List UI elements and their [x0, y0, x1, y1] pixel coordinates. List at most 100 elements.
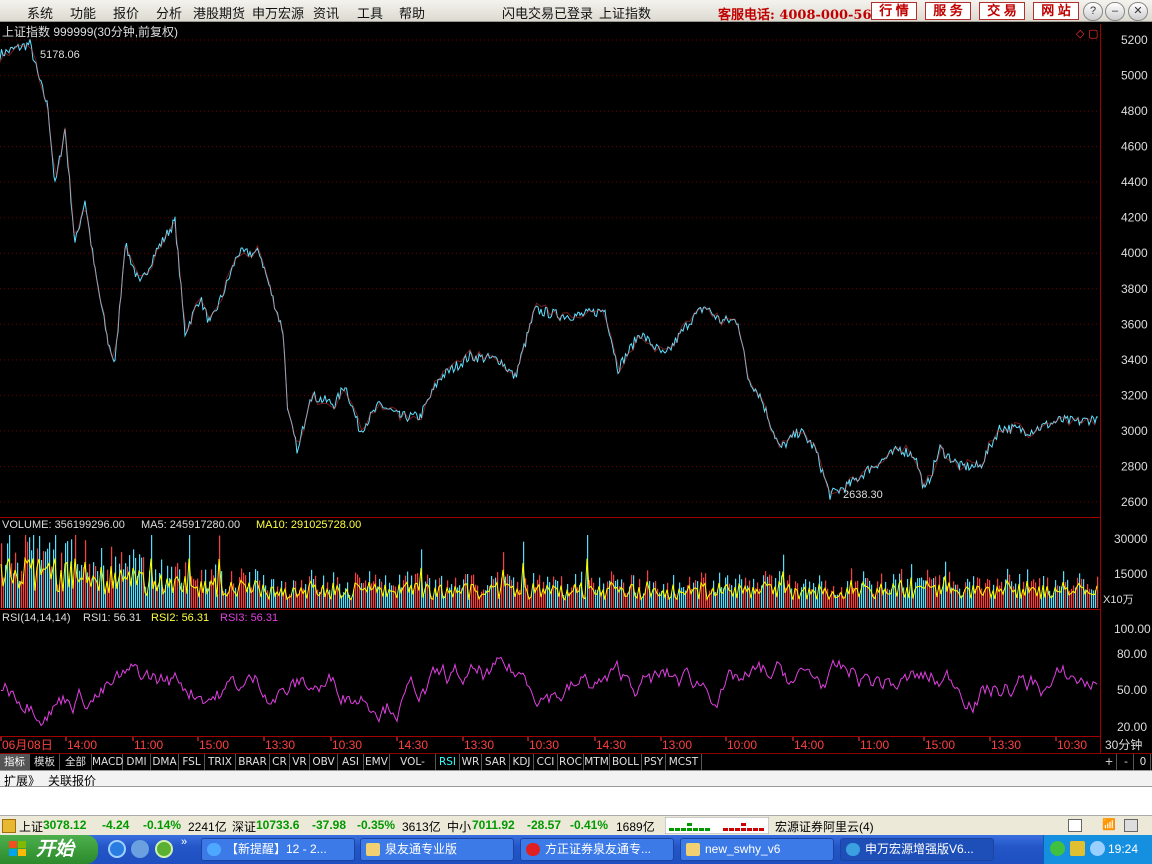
- tab-mcst[interactable]: MCST: [666, 754, 702, 770]
- window-icon[interactable]: [1068, 819, 1082, 832]
- tab-全部[interactable]: 全部: [60, 754, 92, 770]
- ie-icon[interactable]: [108, 840, 126, 858]
- tab-mtm[interactable]: MTM: [584, 754, 610, 770]
- zx-pct: -0.41%: [570, 818, 609, 832]
- price-tick: 2800: [1121, 459, 1148, 473]
- volume-bar: [889, 589, 891, 608]
- tab-模板[interactable]: 模板: [30, 754, 60, 770]
- volume-icon[interactable]: [1090, 841, 1105, 856]
- tab-control-0[interactable]: +: [1102, 754, 1117, 770]
- tab-dma[interactable]: DMA: [151, 754, 179, 770]
- menu-tools[interactable]: 工具: [357, 3, 383, 22]
- tab-boll[interactable]: BOLL: [610, 754, 642, 770]
- folder2-icon: [686, 843, 700, 856]
- tab-emv[interactable]: EMV: [364, 754, 390, 770]
- tab-roc[interactable]: ROC: [558, 754, 584, 770]
- tab-rsi[interactable]: RSI: [436, 754, 460, 770]
- tab-vr[interactable]: VR: [290, 754, 310, 770]
- menu-help[interactable]: 帮助: [399, 3, 425, 22]
- volume-bar: [1059, 586, 1061, 608]
- hotline-text: 客服电话: 4008-000-562: [718, 8, 881, 23]
- stock-chart[interactable]: 2600 2800 3000 3200 3400 3600 3800 4000 4200 4400…: [0, 22, 1152, 759]
- volume-bar: [763, 575, 765, 608]
- tab-psy[interactable]: PSY: [642, 754, 666, 770]
- task-item-2-label: 泉友通专业版: [385, 842, 458, 856]
- volume-bar: [517, 582, 519, 608]
- menu-system[interactable]: 系统: [27, 3, 53, 22]
- task-item-1[interactable]: 【新提醒】12 - 2...: [201, 838, 355, 861]
- diamond-icon[interactable]: ◇: [1076, 28, 1085, 40]
- volume-bar: [591, 577, 593, 608]
- lock-icon[interactable]: [2, 819, 16, 833]
- time-tick: 15:00: [925, 738, 955, 752]
- menu-hk-futures[interactable]: 港股期货: [193, 3, 245, 22]
- menu-analysis[interactable]: 分析: [156, 3, 182, 22]
- volume-bar: [1083, 579, 1085, 608]
- ma10-label: MA10: 291025728.00: [256, 519, 361, 531]
- lock2-icon[interactable]: [1124, 819, 1138, 832]
- task-item-2[interactable]: 泉友通专业版: [360, 838, 514, 861]
- tab-control-1[interactable]: -: [1119, 754, 1134, 770]
- minimize-icon[interactable]: –: [1105, 2, 1125, 21]
- fangzheng-icon: [526, 843, 540, 856]
- close-icon[interactable]: ✕: [1128, 2, 1148, 21]
- tab-cci[interactable]: CCI: [534, 754, 558, 770]
- more-icon[interactable]: »: [181, 836, 187, 848]
- volume-bar: [871, 584, 873, 608]
- period-label[interactable]: 30分钟: [1105, 737, 1142, 752]
- tab-指标[interactable]: 指标: [0, 754, 30, 770]
- trade-button[interactable]: 交 易: [979, 2, 1025, 20]
- tab-asi[interactable]: ASI: [338, 754, 364, 770]
- browser-icon[interactable]: [155, 840, 173, 858]
- quote-button[interactable]: 行 情: [871, 2, 917, 20]
- time-tick: 10:30: [1057, 738, 1087, 752]
- vol-tick-15000: 15000: [1114, 567, 1148, 581]
- tab-macd[interactable]: MACD: [92, 754, 123, 770]
- task-item-3[interactable]: 方正证券泉友通专...: [520, 838, 674, 861]
- task-item-4[interactable]: new_swhy_v6: [680, 838, 834, 861]
- volume-bar: [595, 589, 597, 608]
- volume-bar: [233, 583, 235, 608]
- menu-function[interactable]: 功能: [70, 3, 96, 22]
- tray-app-icon[interactable]: [1050, 841, 1065, 856]
- volume-bar: [693, 582, 695, 608]
- volume-bar: [769, 574, 771, 608]
- volume-bar: [567, 583, 569, 608]
- menu-quote[interactable]: 报价: [113, 3, 139, 22]
- start-button[interactable]: 开始: [0, 835, 98, 864]
- tab-brar[interactable]: BRAR: [236, 754, 270, 770]
- tab-vol-tdx[interactable]: VOL-TDX: [390, 754, 436, 784]
- tab-control-2[interactable]: 0: [1136, 754, 1151, 770]
- tab-cr[interactable]: CR: [270, 754, 290, 770]
- login-status: 闪电交易已登录: [502, 6, 594, 21]
- tab-wr[interactable]: WR: [460, 754, 482, 770]
- tab-dmi[interactable]: DMI: [123, 754, 151, 770]
- volume-bar: [613, 574, 615, 608]
- volume-bar: [533, 573, 535, 608]
- time-tick: 11:00: [860, 738, 889, 752]
- signal-icon[interactable]: 📶: [1102, 818, 1116, 831]
- shield-icon[interactable]: [1070, 841, 1085, 856]
- tab-trix[interactable]: TRIX: [205, 754, 236, 770]
- help-icon[interactable]: ?: [1083, 2, 1103, 21]
- tab-sar[interactable]: SAR: [482, 754, 510, 770]
- volume-bar: [607, 581, 609, 608]
- desktop-icon[interactable]: [131, 840, 149, 858]
- volume-bar: [391, 585, 393, 608]
- volume-bar: [313, 579, 315, 608]
- task-item-5[interactable]: 申万宏源增强版V6...: [840, 838, 994, 861]
- menu-swhy[interactable]: 申万宏源: [252, 3, 304, 22]
- tab-fsl[interactable]: FSL: [179, 754, 205, 770]
- volume-bar: [175, 566, 177, 608]
- menu-info[interactable]: 资讯: [313, 3, 339, 22]
- panel-toggle-icon[interactable]: ▢: [1088, 28, 1098, 40]
- website-button[interactable]: 网 站: [1033, 2, 1079, 20]
- tab-obv[interactable]: OBV: [310, 754, 338, 770]
- tab-kdj[interactable]: KDJ: [510, 754, 534, 770]
- windows-flag-icon: [9, 841, 26, 856]
- volume-bar: [95, 566, 97, 608]
- price-tick: 4000: [1121, 246, 1148, 260]
- volume-bar: [357, 574, 359, 608]
- service-button[interactable]: 服 务: [925, 2, 971, 20]
- sh-pct: -0.14%: [143, 818, 182, 832]
